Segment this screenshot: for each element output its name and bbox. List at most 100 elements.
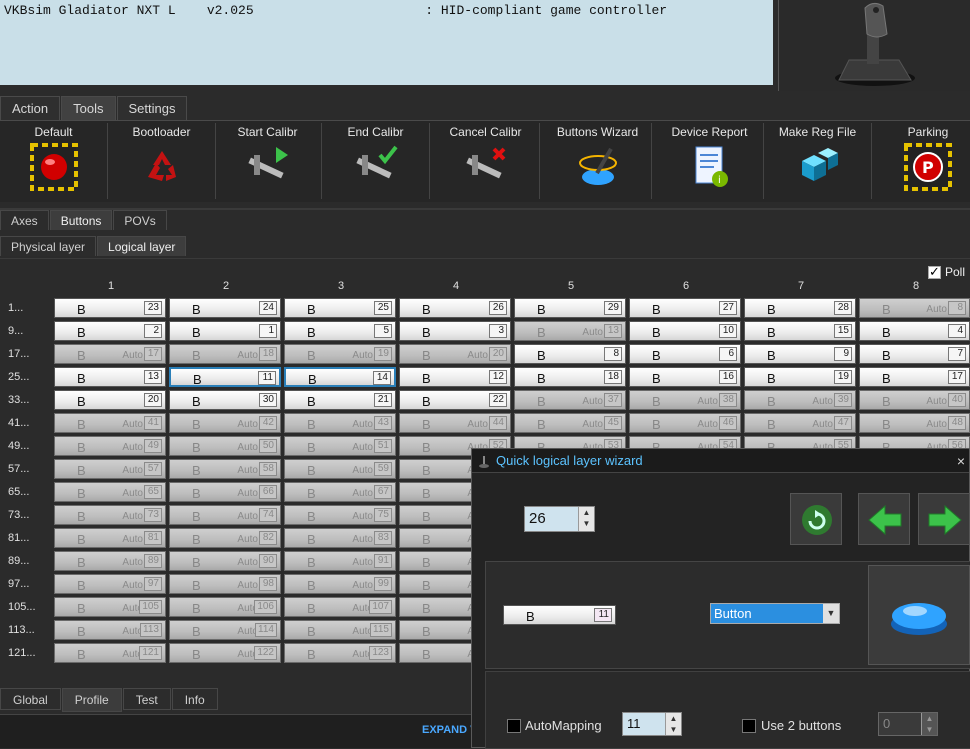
button-cell[interactable]: B9 bbox=[744, 344, 856, 364]
automapping-spinner[interactable]: 11 ▲ ▼ bbox=[622, 712, 682, 736]
button-cell[interactable]: B Auto 42 bbox=[169, 413, 281, 433]
button-cell[interactable]: B Auto 91 bbox=[284, 551, 396, 571]
button-cell[interactable]: B 17 bbox=[859, 367, 970, 387]
button-cell[interactable]: B 30 bbox=[169, 390, 281, 410]
button-cell[interactable]: B3 bbox=[399, 321, 511, 341]
poll-checkbox[interactable] bbox=[928, 264, 941, 280]
use-2-buttons-spinner[interactable]: 0 ▲ ▼ bbox=[878, 712, 938, 736]
button-cell[interactable]: B Auto 57 bbox=[54, 459, 166, 479]
button-cell[interactable]: B 13 bbox=[54, 367, 166, 387]
button-cell[interactable]: B Auto 113 bbox=[54, 620, 166, 640]
button-cell[interactable]: B Auto 82 bbox=[169, 528, 281, 548]
tool-cancel-calibr-button[interactable]: Cancel Calibr bbox=[432, 123, 540, 199]
button-cell[interactable]: B Auto 8 bbox=[859, 298, 970, 318]
button-cell[interactable]: B Auto 46 bbox=[629, 413, 741, 433]
button-cell[interactable]: B Auto 115 bbox=[284, 620, 396, 640]
button-cell[interactable]: B 14 bbox=[284, 367, 396, 387]
button-cell[interactable]: B Auto 121 bbox=[54, 643, 166, 663]
button-cell[interactable]: B 21 bbox=[284, 390, 396, 410]
button-cell[interactable]: B6 bbox=[629, 344, 741, 364]
button-cell[interactable]: B Auto 105 bbox=[54, 597, 166, 617]
button-cell[interactable]: B 20 bbox=[54, 390, 166, 410]
button-cell[interactable]: B Auto 48 bbox=[859, 413, 970, 433]
button-cell[interactable]: B Auto 44 bbox=[399, 413, 511, 433]
button-cell[interactable]: B Auto 97 bbox=[54, 574, 166, 594]
wizard-button-cell[interactable]: B 11 bbox=[503, 605, 616, 625]
button-cell[interactable]: B Auto 49 bbox=[54, 436, 166, 456]
button-cell[interactable]: B5 bbox=[284, 321, 396, 341]
button-cell[interactable]: B Auto 83 bbox=[284, 528, 396, 548]
button-cell[interactable]: B 25 bbox=[284, 298, 396, 318]
tab-axes[interactable]: Axes bbox=[0, 210, 49, 230]
button-cell[interactable]: B Auto 13 bbox=[514, 321, 626, 341]
tool-end-calibr-button[interactable]: End Calibr bbox=[322, 123, 430, 199]
tab-tools[interactable]: Tools bbox=[61, 96, 116, 120]
button-cell[interactable]: B 27 bbox=[629, 298, 741, 318]
button-cell[interactable]: B1 bbox=[169, 321, 281, 341]
button-cell[interactable]: B 26 bbox=[399, 298, 511, 318]
button-cell[interactable]: B Auto 75 bbox=[284, 505, 396, 525]
button-cell[interactable]: B 22 bbox=[399, 390, 511, 410]
button-cell[interactable]: B Auto 66 bbox=[169, 482, 281, 502]
tab-profile[interactable]: Profile bbox=[61, 688, 122, 712]
button-cell[interactable]: B7 bbox=[859, 344, 970, 364]
button-cell[interactable]: B4 bbox=[859, 321, 970, 341]
button-cell[interactable]: B 10 bbox=[629, 321, 741, 341]
chevron-down-icon[interactable]: ▼ bbox=[823, 604, 839, 623]
tab-logical-layer[interactable]: Logical layer bbox=[97, 236, 187, 256]
button-index-spinner[interactable]: 26 ▲ ▼ bbox=[524, 506, 595, 532]
button-cell[interactable]: B Auto 65 bbox=[54, 482, 166, 502]
close-icon[interactable]: × bbox=[957, 449, 965, 473]
button-cell[interactable]: B Auto 81 bbox=[54, 528, 166, 548]
button-cell[interactable]: B8 bbox=[514, 344, 626, 364]
button-cell[interactable]: B Auto 47 bbox=[744, 413, 856, 433]
button-cell[interactable]: B Auto 51 bbox=[284, 436, 396, 456]
tab-buttons[interactable]: Buttons bbox=[49, 210, 113, 230]
button-cell[interactable]: B Auto 90 bbox=[169, 551, 281, 571]
previous-button[interactable] bbox=[858, 493, 910, 545]
button-cell[interactable]: B Auto 17 bbox=[54, 344, 166, 364]
button-cell[interactable]: B 19 bbox=[744, 367, 856, 387]
tab-action[interactable]: Action bbox=[0, 96, 61, 120]
button-cell[interactable]: B 29 bbox=[514, 298, 626, 318]
tool-device-report-button[interactable]: Device Report i bbox=[656, 123, 764, 199]
button-cell[interactable]: B Auto 122 bbox=[169, 643, 281, 663]
button-cell[interactable]: B Auto 58 bbox=[169, 459, 281, 479]
button-cell[interactable]: B Auto 38 bbox=[629, 390, 741, 410]
automapping-checkbox[interactable] bbox=[507, 719, 521, 733]
button-cell[interactable]: B Auto 74 bbox=[169, 505, 281, 525]
button-cell[interactable]: B 28 bbox=[744, 298, 856, 318]
button-cell[interactable]: B 16 bbox=[629, 367, 741, 387]
button-cell[interactable]: B Auto 106 bbox=[169, 597, 281, 617]
button-cell[interactable]: B Auto 40 bbox=[859, 390, 970, 410]
button-cell[interactable]: B Auto 19 bbox=[284, 344, 396, 364]
button-cell[interactable]: B Auto 98 bbox=[169, 574, 281, 594]
button-cell[interactable]: B Auto 99 bbox=[284, 574, 396, 594]
tool-start-calibr-button[interactable]: Start Calibr bbox=[214, 123, 322, 199]
use-2-buttons-checkbox[interactable] bbox=[742, 719, 756, 733]
tool-make-reg-file-button[interactable]: Make Reg File bbox=[764, 123, 872, 199]
button-cell[interactable]: B 12 bbox=[399, 367, 511, 387]
button-cell[interactable]: B 24 bbox=[169, 298, 281, 318]
poll-toggle[interactable]: Poll bbox=[928, 264, 965, 280]
tool-default-button[interactable]: Default bbox=[0, 123, 108, 199]
button-cell[interactable]: B 18 bbox=[514, 367, 626, 387]
button-cell[interactable]: B Auto 107 bbox=[284, 597, 396, 617]
button-cell[interactable]: B 15 bbox=[744, 321, 856, 341]
button-cell[interactable]: B Auto 37 bbox=[514, 390, 626, 410]
button-cell[interactable]: B Auto 123 bbox=[284, 643, 396, 663]
button-cell[interactable]: B Auto 50 bbox=[169, 436, 281, 456]
button-cell[interactable]: B Auto 41 bbox=[54, 413, 166, 433]
spinner-arrows-icon[interactable]: ▲ ▼ bbox=[578, 507, 594, 531]
button-cell[interactable]: B Auto 39 bbox=[744, 390, 856, 410]
tool-buttons-wizard-button[interactable]: Buttons Wizard bbox=[544, 123, 652, 199]
tool-parking-button[interactable]: Parking P bbox=[874, 123, 970, 199]
spinner-arrows-icon[interactable]: ▲ ▼ bbox=[921, 713, 937, 735]
button-cell[interactable]: B Auto 59 bbox=[284, 459, 396, 479]
spinner-arrows-icon[interactable]: ▲ ▼ bbox=[665, 713, 681, 735]
tool-bootloader-button[interactable]: Bootloader bbox=[108, 123, 216, 199]
button-cell[interactable]: B2 bbox=[54, 321, 166, 341]
tab-test[interactable]: Test bbox=[122, 688, 171, 710]
button-cell[interactable]: B Auto 18 bbox=[169, 344, 281, 364]
button-type-select[interactable]: Button ▼ bbox=[710, 603, 840, 624]
